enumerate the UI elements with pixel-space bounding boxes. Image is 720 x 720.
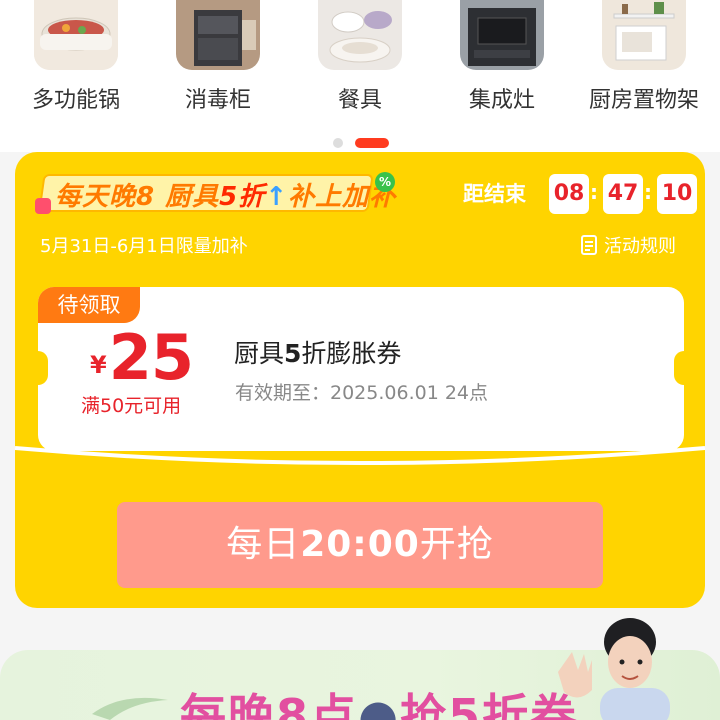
grab-button[interactable]: 每日20:00开抢 bbox=[117, 502, 603, 588]
banner-part: 每天晚8 bbox=[55, 182, 166, 212]
category-label: 消毒柜 bbox=[184, 88, 251, 113]
wave-divider bbox=[15, 446, 705, 465]
category-label: 厨房置物架 bbox=[588, 88, 699, 113]
countdown-minutes: 47 bbox=[603, 174, 643, 214]
coupon-title-bold: 5 bbox=[284, 339, 302, 368]
sterilizer-cabinet-icon bbox=[176, 0, 260, 70]
document-icon bbox=[580, 235, 598, 255]
pager-dot-active[interactable] bbox=[355, 138, 389, 148]
currency-symbol: ¥ bbox=[90, 351, 107, 379]
up-arrow-icon: ↑ bbox=[265, 182, 289, 212]
countdown-hours: 08 bbox=[549, 174, 589, 214]
cta-time: 20:00 bbox=[300, 524, 420, 565]
rules-link[interactable]: 活动规则 bbox=[580, 232, 676, 258]
coupon-title: 厨具5折膨胀券 bbox=[234, 334, 401, 370]
coupon-notch-left bbox=[28, 351, 48, 385]
coupon-title-part: 厨具 bbox=[234, 339, 285, 368]
rules-label: 活动规则 bbox=[604, 236, 676, 257]
category-strip: 多功能锅 消毒柜 餐具 集成灶 厨房置物架 bbox=[0, 0, 720, 152]
promo-banner: 每天晚8 厨具5折↑补上加补 % bbox=[35, 170, 395, 216]
coupon-card[interactable]: 待领取 ¥25 满50元可用 厨具5折膨胀券 有效期至：2025.06.01 2… bbox=[28, 287, 694, 451]
category-label: 集成灶 bbox=[468, 88, 535, 113]
coupon-amount: ¥25 bbox=[90, 321, 194, 394]
category-kitchen-rack[interactable]: 厨房置物架 bbox=[579, 0, 709, 114]
promo-card: 每天晚8 厨具5折↑补上加补 % 距结束 08 : 47 : 10 5月31日-… bbox=[15, 152, 705, 608]
category-label: 餐具 bbox=[337, 88, 382, 113]
coupon-status-badge: 待领取 bbox=[38, 287, 140, 323]
date-range: 5月31日-6月1日限量加补 bbox=[40, 236, 248, 257]
coupon-validity: 有效期至：2025.06.01 24点 bbox=[235, 382, 489, 404]
pager-dot[interactable] bbox=[333, 138, 343, 148]
cta-part: 开抢 bbox=[419, 524, 494, 565]
pager bbox=[0, 137, 720, 149]
coupon-value: 25 bbox=[108, 321, 194, 394]
integrated-stove-icon bbox=[460, 0, 544, 70]
category-multi-cooker[interactable]: 多功能锅 bbox=[11, 0, 141, 114]
banner-title: 每天晚8 厨具5折↑补上加补 bbox=[55, 176, 396, 213]
gift-tag-icon bbox=[35, 198, 51, 214]
bottom-banner-part: 每晚8点 bbox=[180, 689, 359, 720]
spokesperson-image bbox=[558, 618, 670, 720]
mug-icon: ● bbox=[358, 689, 401, 720]
countdown-separator: : bbox=[644, 180, 652, 204]
swoosh-icon bbox=[92, 697, 168, 720]
multi-cooker-icon bbox=[34, 0, 118, 70]
category-label: 多功能锅 bbox=[31, 88, 120, 113]
countdown-seconds: 10 bbox=[657, 174, 697, 214]
coupon-condition: 满50元可用 bbox=[81, 395, 182, 417]
banner-highlight: 5折 bbox=[219, 182, 266, 212]
kitchen-rack-icon bbox=[602, 0, 686, 70]
countdown-label: 距结束 bbox=[463, 182, 526, 206]
bottom-banner-title: 每晚8点●抢5折券 bbox=[180, 680, 578, 720]
coupon-notch-right bbox=[674, 351, 694, 385]
category-tableware[interactable]: 餐具 bbox=[295, 0, 425, 114]
category-sterilizer[interactable]: 消毒柜 bbox=[153, 0, 283, 114]
cta-part: 每日 bbox=[226, 524, 301, 565]
percent-badge: % bbox=[375, 172, 395, 192]
countdown-separator: : bbox=[590, 180, 598, 204]
banner-part: 厨具 bbox=[165, 182, 220, 212]
coupon-title-part: 折膨胀券 bbox=[301, 339, 402, 368]
tableware-icon bbox=[318, 0, 402, 70]
category-integrated-stove[interactable]: 集成灶 bbox=[437, 0, 567, 114]
